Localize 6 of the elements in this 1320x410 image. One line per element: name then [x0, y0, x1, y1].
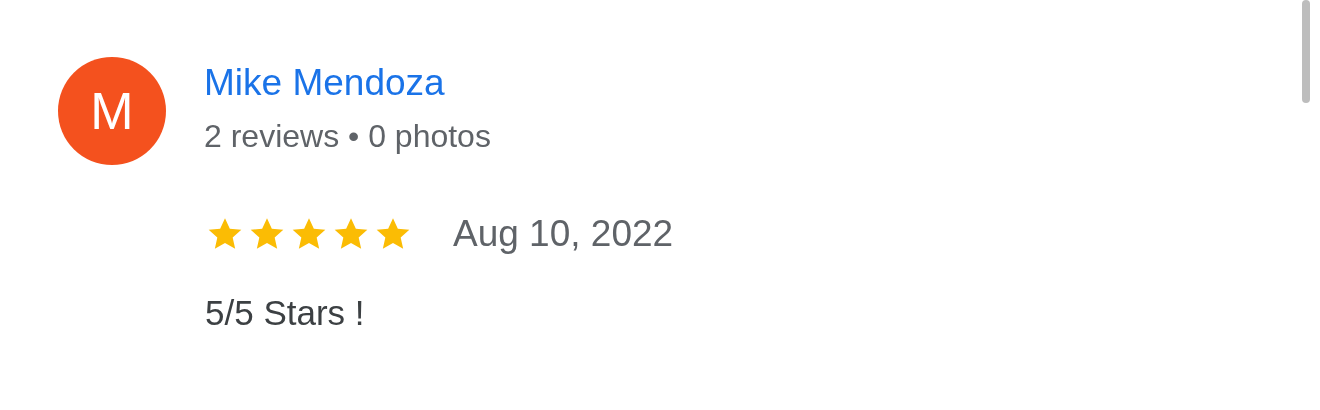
review-text: 5/5 Stars ! [204, 292, 366, 333]
scrollbar[interactable] [1302, 0, 1310, 103]
review-date: Aug 10, 2022 [453, 213, 674, 255]
review-meta: 2 reviews • 0 photos [204, 117, 491, 155]
avatar: M [58, 57, 166, 165]
author-name[interactable]: Mike Mendoza [204, 61, 491, 104]
